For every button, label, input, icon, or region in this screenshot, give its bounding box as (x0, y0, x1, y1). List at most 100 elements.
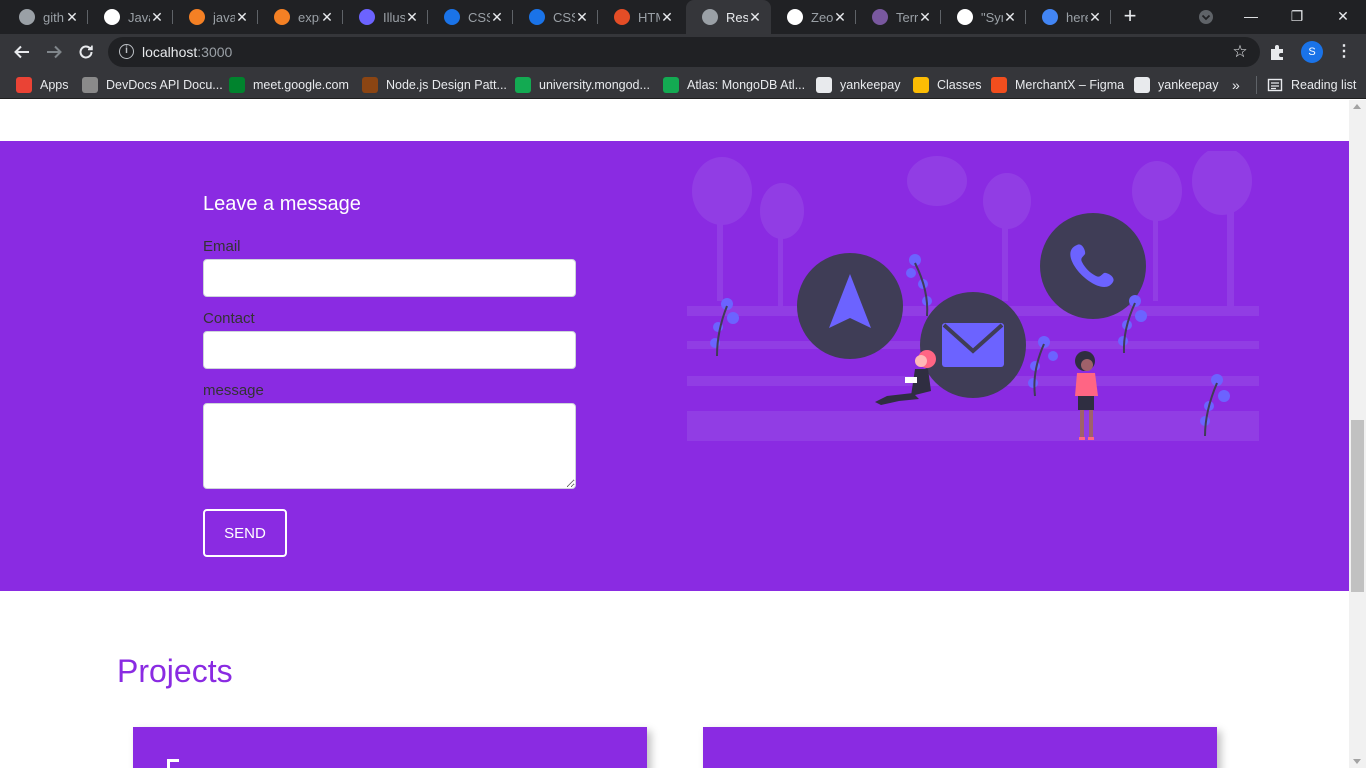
reload-icon (79, 45, 93, 59)
message-textarea[interactable] (203, 403, 576, 489)
close-tab-icon[interactable]: ✕ (404, 9, 420, 25)
tab[interactable]: Java✕ (88, 0, 173, 34)
tab[interactable]: CSS✕ (428, 0, 513, 34)
tab-title: HTM (638, 9, 660, 25)
tab[interactable]: gith ✕ (3, 0, 88, 34)
reading-list-icon (1267, 78, 1283, 92)
tab-search-icon[interactable] (1196, 9, 1216, 25)
close-tab-icon[interactable]: ✕ (574, 9, 590, 25)
reading-list-button[interactable]: Reading list (1267, 74, 1356, 96)
close-tab-icon[interactable]: ✕ (832, 9, 848, 25)
profile-avatar[interactable]: S (1301, 41, 1323, 63)
stackoverflow-icon (189, 9, 205, 25)
google-icon (1042, 9, 1058, 25)
browser-menu-icon[interactable]: ⋮ (1336, 42, 1352, 62)
tab[interactable]: CSS✕ (513, 0, 598, 34)
close-tab-icon[interactable]: ✕ (1087, 9, 1103, 25)
bookmarks-bar: Apps DevDocs API Docu... meet.google.com No… (0, 70, 1366, 99)
message-label: message (203, 382, 264, 399)
close-tab-icon[interactable]: ✕ (659, 9, 675, 25)
css-icon (444, 9, 460, 25)
tab[interactable]: Terr ✕ (856, 0, 941, 34)
bookmark-item[interactable]: Apps (16, 74, 69, 96)
tab[interactable]: HTM✕ (598, 0, 683, 34)
close-tab-icon[interactable]: ✕ (319, 9, 335, 25)
close-tab-icon[interactable]: ✕ (64, 9, 80, 25)
bookmark-item[interactable]: yankeepay (1134, 74, 1218, 96)
close-tab-icon[interactable]: ✕ (1002, 9, 1018, 25)
scrollbar-thumb[interactable] (1351, 420, 1364, 592)
back-button[interactable] (8, 38, 36, 66)
close-tab-icon[interactable]: ✕ (234, 9, 250, 25)
address-bar[interactable]: i localhost:3000 ☆ (108, 37, 1260, 67)
bookmark-favicon-icon (1134, 77, 1150, 93)
site-info-icon[interactable]: i (119, 44, 134, 59)
new-tab-button[interactable]: + (1118, 5, 1142, 29)
tab-title: Terr (896, 9, 918, 25)
bookmark-favicon-icon (913, 77, 929, 93)
page-scrollbar[interactable] (1349, 100, 1366, 768)
more-bookmarks-button[interactable]: » (1232, 77, 1240, 93)
bookmark-label: meet.google.com (253, 78, 349, 92)
bookmark-item[interactable]: university.mongod... (515, 74, 650, 96)
bookmark-label: university.mongod... (539, 78, 650, 92)
github-icon (957, 9, 973, 25)
tab[interactable]: Resu✕ (686, 0, 771, 34)
bookmark-item[interactable]: DevDocs API Docu... (82, 74, 223, 96)
extensions-puzzle-icon[interactable] (1268, 42, 1288, 62)
tab-title: Zeo (811, 9, 833, 25)
tab[interactable]: "Syr ✕ (941, 0, 1026, 34)
minimize-button[interactable]: — (1228, 0, 1274, 32)
close-tab-icon[interactable]: ✕ (489, 9, 505, 25)
bookmark-item[interactable]: Node.js Design Patt... (362, 74, 507, 96)
bookmark-item[interactable]: Classes (913, 74, 981, 96)
bookmark-item[interactable]: yankeepay (816, 74, 900, 96)
bookmark-favicon-icon (82, 77, 98, 93)
browser-toolbar: i localhost:3000 ☆ S ⋮ (0, 34, 1366, 70)
tab[interactable]: java ✕ (173, 0, 258, 34)
project-card[interactable] (703, 727, 1217, 768)
css-icon (529, 9, 545, 25)
restore-button[interactable]: ❐ (1274, 0, 1320, 32)
back-arrow-icon (14, 45, 29, 59)
tab-title: Java (128, 9, 150, 25)
bookmark-label: yankeepay (1158, 78, 1219, 92)
tab-title: CSS (553, 9, 575, 25)
close-tab-icon[interactable]: ✕ (917, 9, 933, 25)
close-tab-icon[interactable]: ✕ (149, 9, 165, 25)
bookmark-label: MerchantX – Figma (1015, 78, 1125, 92)
scroll-up-arrow-icon[interactable] (1353, 104, 1361, 109)
tab-title: CSS (468, 9, 490, 25)
project-card[interactable] (133, 727, 647, 768)
globe-icon (702, 9, 718, 25)
tab-title: expr (298, 9, 320, 25)
bookmark-item[interactable]: meet.google.com (229, 74, 349, 96)
url-text[interactable]: localhost:3000 (142, 44, 232, 60)
email-label: Email (203, 238, 241, 255)
undraw-icon (359, 9, 375, 25)
send-button[interactable]: SEND (203, 509, 287, 557)
bookmark-star-icon[interactable]: ☆ (1230, 42, 1250, 62)
bookmark-item[interactable]: MerchantX – Figma (991, 74, 1124, 96)
email-field[interactable] (203, 259, 576, 297)
bookmark-item[interactable]: Atlas: MongoDB Atl... (663, 74, 805, 96)
stackoverflow-icon (274, 9, 290, 25)
bookmarks-divider (1256, 76, 1257, 94)
close-tab-icon[interactable]: ✕ (747, 9, 763, 25)
reload-button[interactable] (72, 38, 100, 66)
globe-icon (19, 9, 35, 25)
tab[interactable]: Illus ✕ (343, 0, 428, 34)
close-window-button[interactable]: ✕ (1320, 0, 1366, 32)
tab[interactable]: expr✕ (258, 0, 343, 34)
tab-title: Resu (726, 9, 748, 25)
tab-divider (1110, 10, 1111, 24)
form-title: Leave a message (203, 193, 361, 215)
bookmark-label: Atlas: MongoDB Atl... (687, 78, 806, 92)
page-viewport: Leave a message Email Contact message SE… (0, 100, 1349, 768)
contact-field[interactable] (203, 331, 576, 369)
scroll-down-arrow-icon[interactable] (1353, 759, 1361, 764)
forward-button[interactable] (40, 38, 68, 66)
bookmark-label: Classes (937, 78, 982, 92)
tab[interactable]: Zeo ✕ (771, 0, 856, 34)
tab[interactable]: here✕ (1026, 0, 1111, 34)
